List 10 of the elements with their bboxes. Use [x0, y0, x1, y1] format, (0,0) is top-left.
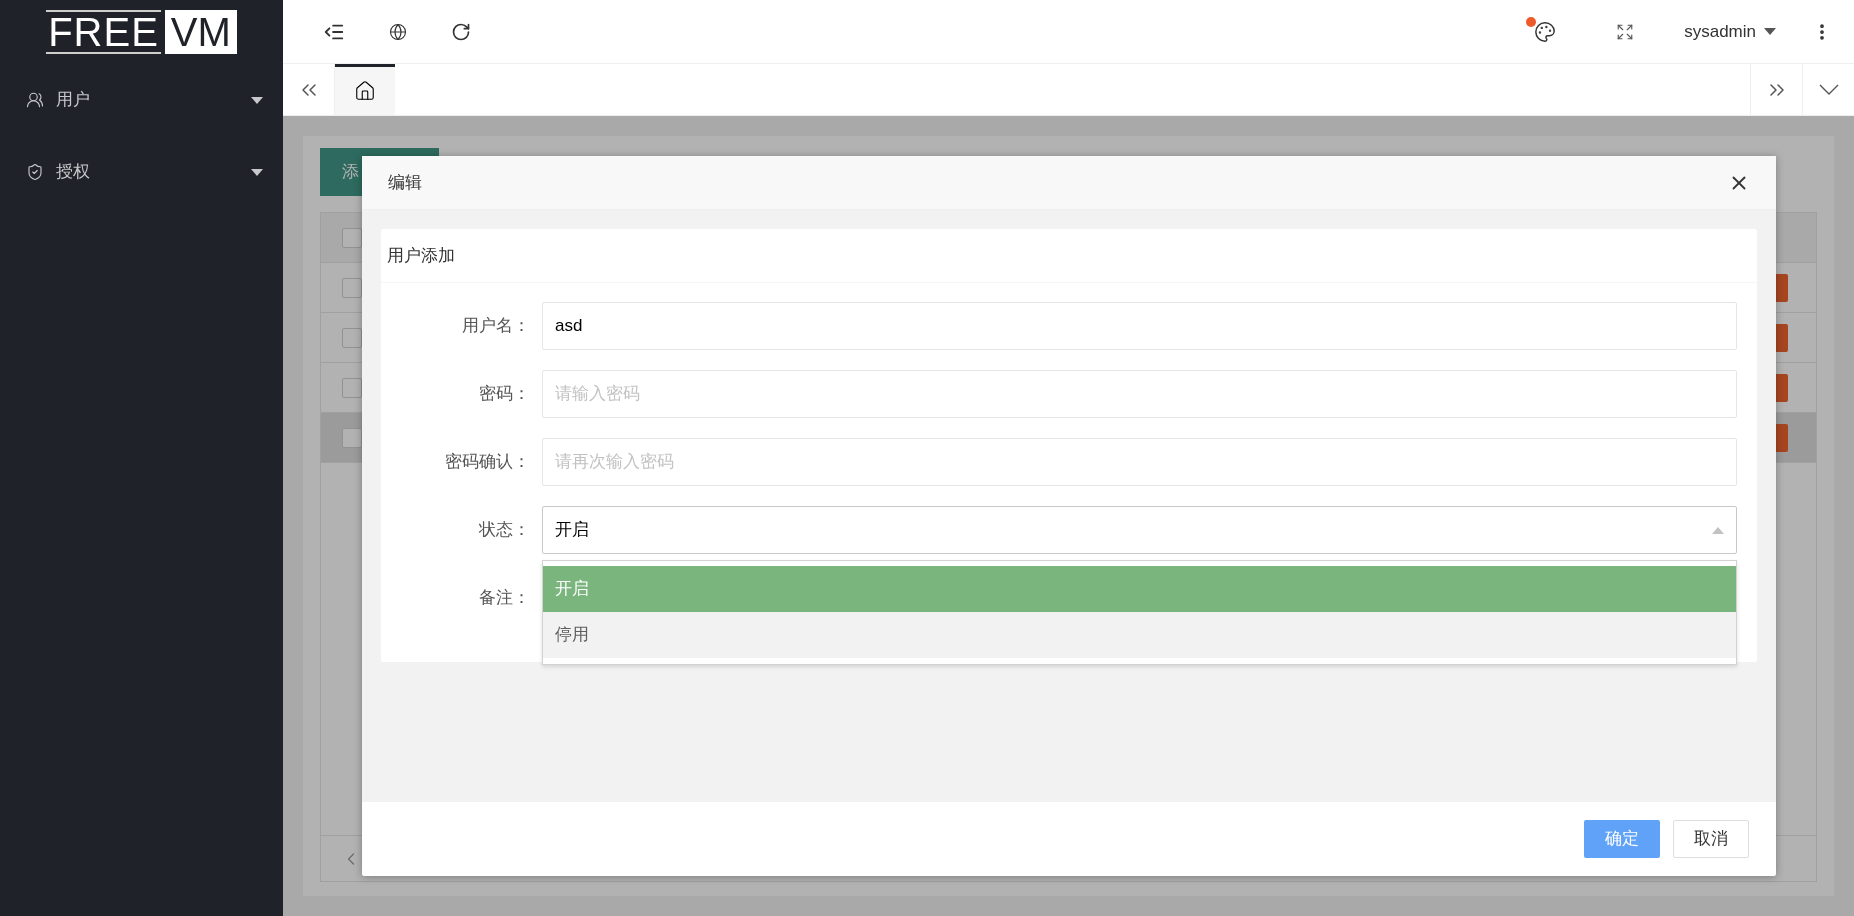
select-value: 开启 — [555, 519, 589, 542]
field-label: 密码： — [478, 383, 531, 406]
dialog-title: 编辑 — [388, 171, 423, 194]
logo-text: VM — [164, 10, 237, 54]
field-label: 密码确认： — [444, 451, 531, 474]
field-label: 状态： — [478, 519, 531, 542]
field-label: 备注： — [478, 587, 531, 610]
field-label: 用户名： — [461, 315, 531, 338]
card-title: 用户添加 — [387, 244, 455, 267]
logo-text: FREE — [46, 10, 161, 54]
